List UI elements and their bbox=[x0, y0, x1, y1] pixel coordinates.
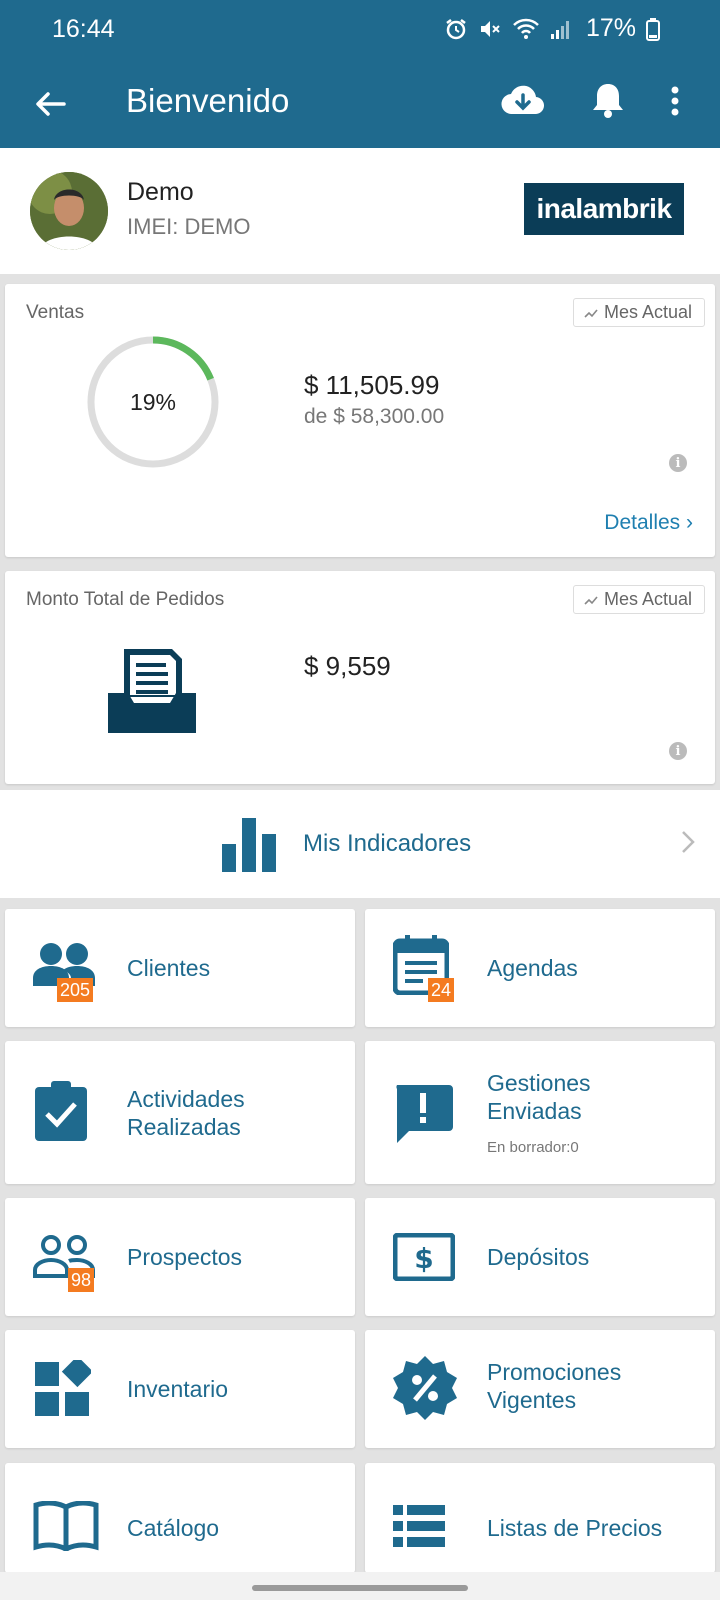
signal-icon bbox=[550, 20, 569, 39]
clientes-badge: 205 bbox=[57, 978, 94, 1002]
trend-icon bbox=[584, 308, 598, 318]
gestiones-tile[interactable]: Gestiones Enviadas En borrador:0 bbox=[365, 1041, 715, 1184]
status-bar: 16:44 17% bbox=[0, 0, 720, 62]
listas-label: Listas de Precios bbox=[487, 1515, 663, 1541]
agendas-tile[interactable]: 24 Agendas bbox=[365, 909, 715, 1027]
sales-goal: de $ 58,300.00 bbox=[304, 405, 445, 428]
depositos-tile[interactable]: $ Depósitos bbox=[365, 1198, 715, 1316]
pedidos-label: Monto Total de Pedidos bbox=[26, 589, 225, 610]
battery-percent: 17% bbox=[585, 14, 636, 42]
more-options-icon[interactable] bbox=[668, 82, 682, 122]
agendas-label: Agendas bbox=[487, 955, 578, 981]
company-logo: inalambrik bbox=[524, 183, 684, 235]
feedback-icon bbox=[396, 1085, 453, 1143]
gestiones-label-1: Gestiones bbox=[487, 1070, 591, 1096]
logo-text: inalambrik bbox=[536, 193, 672, 224]
details-label: Detalles bbox=[604, 511, 681, 534]
prospectos-tile[interactable]: 98 Prospectos bbox=[5, 1198, 355, 1316]
period-chip[interactable]: Mes Actual bbox=[572, 298, 705, 327]
pedidos-card: Monto Total de Pedidos Mes Actual $ 9,55… bbox=[5, 571, 715, 784]
money-icon: $ bbox=[393, 1233, 455, 1281]
period-label: Mes Actual bbox=[603, 302, 692, 322]
inbox-document-icon bbox=[108, 649, 196, 733]
bar-chart-icon bbox=[222, 818, 276, 872]
wifi-icon bbox=[513, 18, 539, 39]
agendas-badge: 24 bbox=[428, 978, 455, 1002]
status-icons: 17% bbox=[444, 14, 660, 43]
app-title: Bienvenido bbox=[126, 82, 290, 119]
profile-header: Demo IMEI: DEMO inalambrik bbox=[0, 148, 720, 274]
promociones-label-1: Promociones bbox=[487, 1359, 622, 1385]
sales-percent: 19% bbox=[129, 388, 177, 415]
alarm-icon bbox=[446, 18, 466, 39]
depositos-label: Depósitos bbox=[487, 1244, 590, 1270]
promociones-label-2: Vigentes bbox=[487, 1387, 577, 1413]
trend-icon bbox=[584, 595, 598, 605]
clipboard-check-icon bbox=[35, 1081, 87, 1141]
clientes-tile[interactable]: 205 Clientes bbox=[5, 909, 355, 1027]
cloud-download-icon[interactable] bbox=[500, 80, 546, 120]
inventario-label: Inventario bbox=[127, 1376, 229, 1402]
user-imei: IMEI: DEMO bbox=[127, 214, 251, 239]
period-label: Mes Actual bbox=[603, 589, 692, 609]
indicadores-label: Mis Indicadores bbox=[303, 830, 472, 857]
status-time: 16:44 bbox=[52, 15, 115, 43]
discount-badge-icon bbox=[393, 1356, 457, 1420]
bell-icon[interactable] bbox=[591, 80, 625, 120]
battery-icon bbox=[646, 17, 660, 41]
clientes-label: Clientes bbox=[127, 955, 211, 981]
system-nav-bar bbox=[0, 1572, 720, 1600]
svg-text:$: $ bbox=[414, 1242, 433, 1275]
listas-tile[interactable]: Listas de Precios bbox=[365, 1463, 715, 1573]
indicadores-row[interactable]: Mis Indicadores bbox=[0, 790, 720, 898]
info-icon[interactable]: i bbox=[669, 454, 687, 472]
ventas-label: Ventas bbox=[26, 302, 85, 323]
prospectos-badge: 98 bbox=[68, 1268, 95, 1292]
book-icon bbox=[33, 1501, 99, 1551]
info-icon[interactable]: i bbox=[669, 742, 687, 760]
catalogo-tile[interactable]: Catálogo bbox=[5, 1463, 355, 1573]
period-chip[interactable]: Mes Actual bbox=[572, 585, 705, 614]
actividades-label-1: Actividades bbox=[127, 1086, 245, 1112]
actividades-tile[interactable]: Actividades Realizadas bbox=[5, 1041, 355, 1184]
app-bar: Bienvenido bbox=[0, 62, 720, 148]
prospectos-label: Prospectos bbox=[127, 1244, 243, 1270]
gestiones-draft-count: En borrador:0 bbox=[487, 1139, 579, 1156]
user-name: Demo bbox=[127, 178, 194, 206]
catalogo-label: Catálogo bbox=[127, 1515, 220, 1541]
sales-amount: $ 11,505.99 bbox=[304, 370, 440, 400]
back-arrow-icon[interactable] bbox=[30, 84, 70, 124]
ventas-card: Ventas Mes Actual 19% $ 11,505.99 de $ 5… bbox=[5, 284, 715, 557]
home-gesture-handle[interactable] bbox=[252, 1585, 468, 1591]
chevron-right-icon bbox=[682, 831, 695, 853]
actividades-label-2: Realizadas bbox=[127, 1114, 241, 1140]
details-link[interactable]: Detalles › bbox=[604, 511, 693, 535]
mute-icon bbox=[480, 20, 500, 37]
widgets-icon bbox=[35, 1360, 91, 1416]
inventario-tile[interactable]: Inventario bbox=[5, 1330, 355, 1448]
list-icon bbox=[393, 1505, 445, 1547]
promociones-tile[interactable]: Promociones Vigentes bbox=[365, 1330, 715, 1448]
pedidos-amount: $ 9,559 bbox=[304, 651, 391, 681]
avatar bbox=[30, 172, 108, 250]
gestiones-label-2: Enviadas bbox=[487, 1098, 582, 1124]
